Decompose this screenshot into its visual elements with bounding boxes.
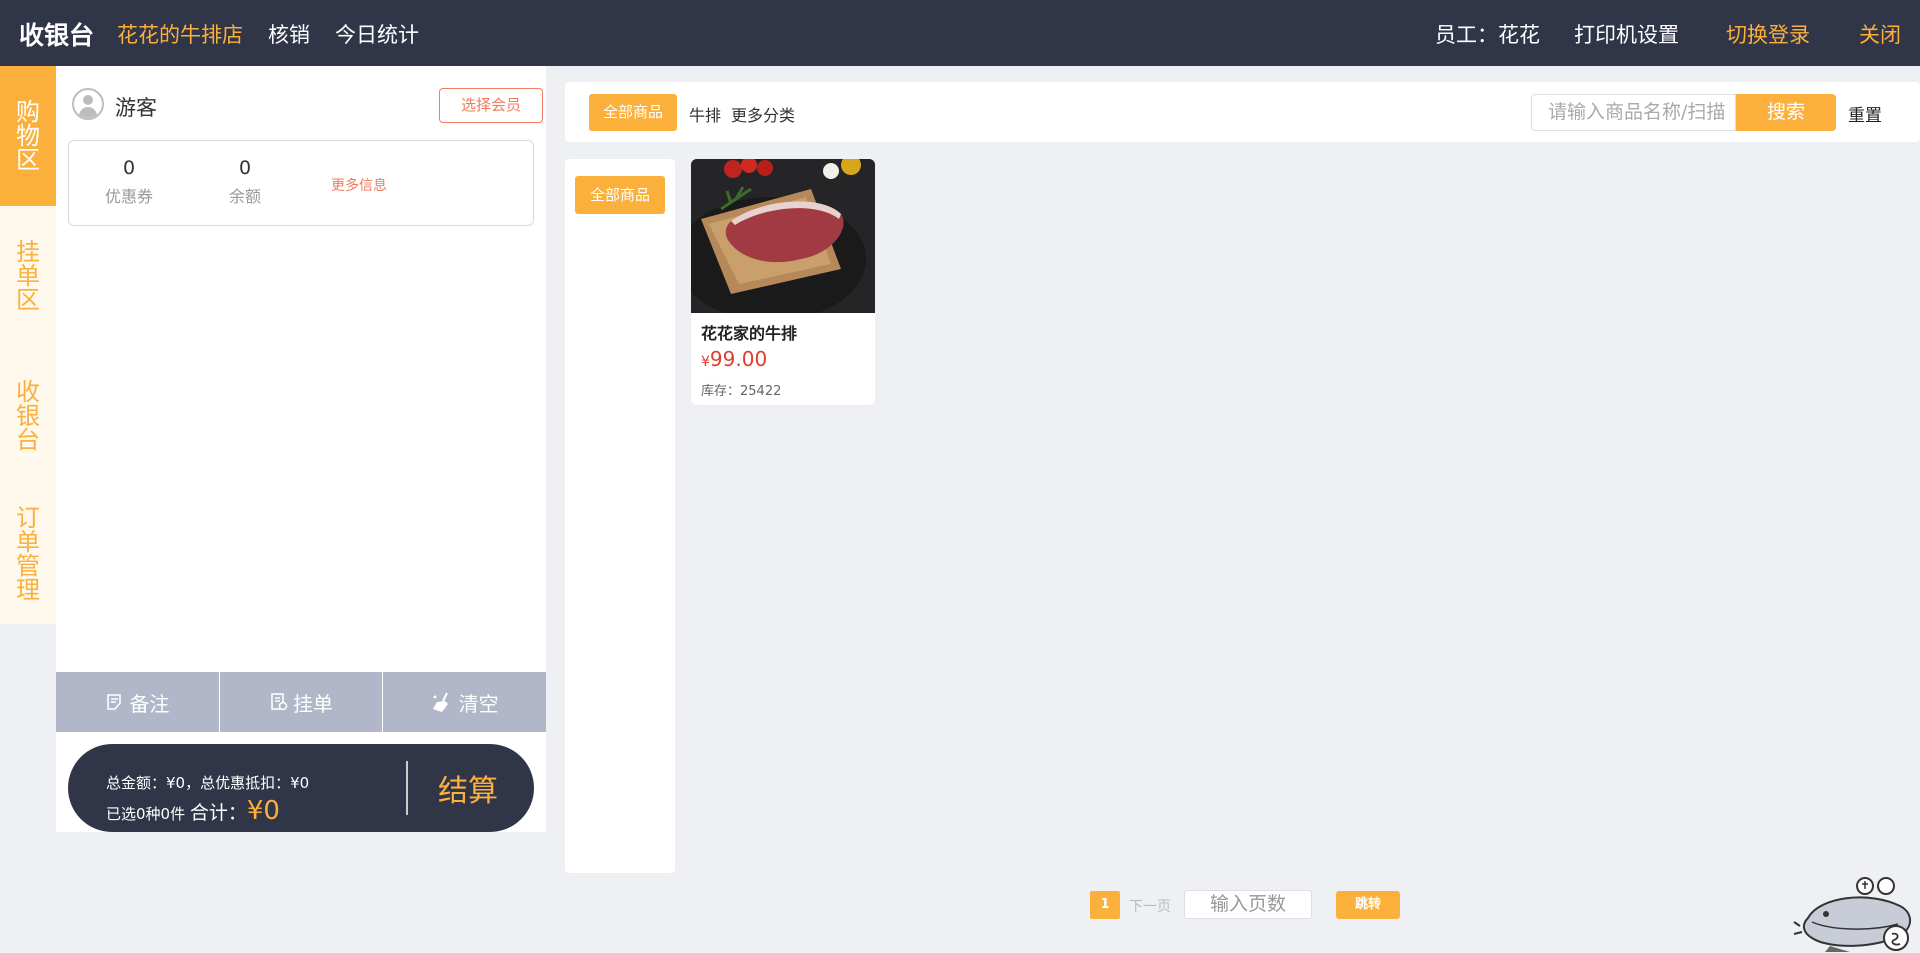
app-title: 收银台 bbox=[19, 21, 95, 50]
sidebar-all-products-button[interactable]: 全部商品 bbox=[575, 176, 665, 214]
coupons-stat: 0 优惠券 bbox=[79, 157, 179, 207]
employee-label: 员工：花花 bbox=[1435, 23, 1540, 47]
tab-hold-orders[interactable]: 挂单区 bbox=[0, 206, 56, 346]
clear-label: 清空 bbox=[458, 691, 499, 716]
all-products-button[interactable]: 全部商品 bbox=[589, 94, 677, 131]
hold-order-button[interactable]: 挂单 bbox=[220, 672, 384, 732]
product-name: 花花家的牛排 bbox=[701, 324, 798, 343]
balance-label: 余额 bbox=[228, 187, 261, 206]
amount-summary: 总金额：¥0，总优惠抵扣：¥0 bbox=[106, 774, 310, 792]
product-card[interactable]: 花花家的牛排 ¥99.00 库存：25422 bbox=[691, 159, 875, 405]
category-sidebar: 全部商品 bbox=[565, 159, 675, 873]
hold-order-icon bbox=[271, 693, 288, 711]
member-stats-card: 0 优惠券 0 余额 更多信息 bbox=[68, 140, 534, 226]
jump-button[interactable]: 跳转 bbox=[1336, 891, 1400, 919]
balance-value: 0 bbox=[238, 157, 252, 179]
coupons-label: 优惠券 bbox=[104, 187, 153, 206]
total-label: 合计： bbox=[189, 802, 247, 824]
member-row: 游客 选择会员 bbox=[72, 88, 543, 128]
price-currency: ¥ bbox=[701, 354, 710, 370]
selected-summary: 已选0种0件 合计：¥0 bbox=[106, 796, 280, 826]
mascot-icon bbox=[1790, 866, 1920, 953]
member-name: 游客 bbox=[115, 96, 157, 120]
balance-stat: 0 余额 bbox=[195, 157, 295, 207]
coupons-value: 0 bbox=[122, 157, 136, 179]
total-value: ¥0 bbox=[246, 796, 280, 826]
product-stock: 库存：25422 bbox=[701, 384, 782, 399]
note-label: 备注 bbox=[129, 691, 170, 716]
printer-settings-link[interactable]: 打印机设置 bbox=[1574, 19, 1679, 49]
top-bar: 收银台 花花的牛排店 核销 今日统计 员工：花花 打印机设置 切换登录 关闭 bbox=[0, 0, 1920, 66]
product-price: ¥99.00 bbox=[701, 347, 767, 371]
cart-panel: 游客 选择会员 0 优惠券 0 余额 更多信息 bbox=[56, 66, 546, 696]
nav-today-stats[interactable]: 今日统计 bbox=[335, 19, 419, 49]
category-steak[interactable]: 牛排 bbox=[689, 102, 721, 126]
checkout-bar: 总金额：¥0，总优惠抵扣：¥0 已选0种0件 合计：¥0 结算 bbox=[68, 744, 534, 832]
search-button[interactable]: 搜索 bbox=[1736, 94, 1836, 131]
tab-shopping[interactable]: 购物区 bbox=[0, 66, 56, 206]
more-info-link[interactable]: 更多信息 bbox=[331, 175, 387, 195]
side-tabs: 购物区 挂单区 收银台 订单管理 bbox=[0, 66, 56, 624]
tab-cashier[interactable]: 收银台 bbox=[0, 346, 56, 486]
avatar-icon bbox=[72, 88, 104, 120]
next-page-button[interactable]: 下一页 bbox=[1129, 896, 1171, 916]
broom-icon bbox=[432, 692, 448, 712]
tab-order-management-label: 订单管理 bbox=[16, 504, 40, 604]
price-value: 99.00 bbox=[709, 347, 768, 371]
clear-button[interactable]: 清空 bbox=[383, 672, 546, 732]
checkout-divider bbox=[406, 761, 408, 815]
hold-order-label: 挂单 bbox=[293, 691, 333, 716]
checkout-button[interactable]: 结算 bbox=[438, 766, 498, 810]
tab-order-management[interactable]: 订单管理 bbox=[0, 486, 56, 624]
selected-count: 已选0种0件 bbox=[106, 805, 186, 823]
filter-bar: 全部商品 牛排 更多分类 请输入商品名称/扫描 搜索 重置 bbox=[565, 82, 1920, 142]
search-input[interactable]: 请输入商品名称/扫描 bbox=[1531, 94, 1736, 131]
note-button[interactable]: 备注 bbox=[56, 672, 220, 732]
tab-cashier-label: 收银台 bbox=[16, 378, 40, 454]
checkout-area: 总金额：¥0，总优惠抵扣：¥0 已选0种0件 合计：¥0 结算 bbox=[56, 732, 546, 832]
select-member-button[interactable]: 选择会员 bbox=[439, 88, 543, 123]
switch-login-link[interactable]: 切换登录 bbox=[1726, 19, 1810, 49]
tab-hold-orders-label: 挂单区 bbox=[16, 238, 40, 314]
page-1-button[interactable]: 1 bbox=[1090, 891, 1120, 919]
page-number-input[interactable]: 输入页数 bbox=[1184, 890, 1312, 919]
reset-button[interactable]: 重置 bbox=[1848, 101, 1882, 126]
nav-verify[interactable]: 核销 bbox=[268, 19, 310, 49]
category-more[interactable]: 更多分类 bbox=[731, 102, 795, 126]
tab-shopping-label: 购物区 bbox=[16, 98, 40, 174]
close-link[interactable]: 关闭 bbox=[1859, 19, 1901, 49]
cart-actions: 备注 挂单 清空 bbox=[56, 672, 546, 732]
note-icon bbox=[107, 694, 122, 710]
product-image bbox=[691, 159, 875, 313]
nav-store[interactable]: 花花的牛排店 bbox=[117, 19, 243, 49]
